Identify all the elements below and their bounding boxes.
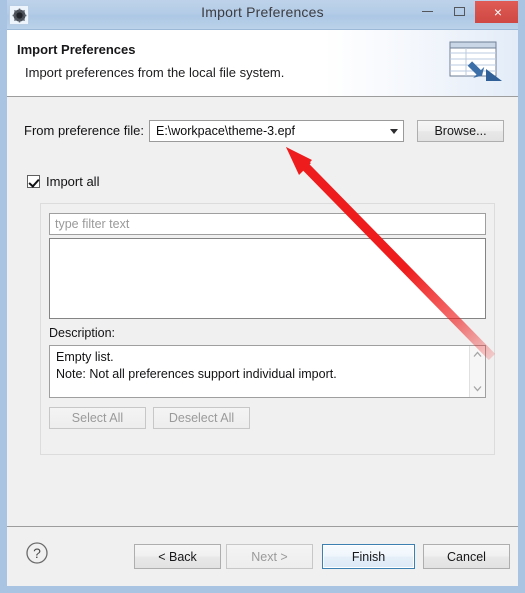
import-preferences-dialog: Import Preferences × Import Preferences … xyxy=(0,0,525,593)
file-path-combobox[interactable]: E:\workpace\theme-3.epf xyxy=(149,120,404,142)
file-row: From preference file: E:\workpace\theme-… xyxy=(7,120,518,142)
banner-title: Import Preferences xyxy=(17,42,136,57)
filter-placeholder: type filter text xyxy=(55,217,130,231)
description-box: Empty list. Note: Not all preferences su… xyxy=(49,345,486,398)
svg-text:?: ? xyxy=(33,545,41,561)
file-label: From preference file: xyxy=(24,123,144,138)
import-table-icon xyxy=(448,39,504,87)
description-label: Description: xyxy=(49,326,115,340)
question-mark-icon[interactable]: ? xyxy=(25,541,49,565)
preference-list[interactable] xyxy=(49,238,486,319)
description-scrollbar[interactable] xyxy=(469,346,485,397)
finish-button[interactable]: Finish xyxy=(322,544,415,569)
import-all-checkbox-row[interactable]: Import all xyxy=(27,174,99,189)
browse-button[interactable]: Browse... xyxy=(417,120,504,142)
close-icon[interactable]: × xyxy=(475,1,521,23)
import-all-checkbox[interactable] xyxy=(27,175,40,188)
deselect-all-button[interactable]: Deselect All xyxy=(153,407,250,429)
maximize-icon[interactable] xyxy=(443,1,475,22)
description-line-2: Note: Not all preferences support indivi… xyxy=(56,367,337,381)
window-controls: × xyxy=(411,0,525,26)
filter-input[interactable]: type filter text xyxy=(49,213,486,235)
next-button[interactable]: Next > xyxy=(226,544,313,569)
file-path-value: E:\workpace\theme-3.epf xyxy=(156,124,295,138)
chevron-down-icon[interactable] xyxy=(384,121,403,141)
preference-selection-panel: type filter text Description: Empty list… xyxy=(40,203,495,455)
scroll-down-icon[interactable] xyxy=(470,381,485,396)
cancel-button[interactable]: Cancel xyxy=(423,544,510,569)
scroll-up-icon[interactable] xyxy=(470,347,485,362)
banner-subtitle: Import preferences from the local file s… xyxy=(25,65,285,80)
dialog-footer: ? < Back Next > Finish Cancel xyxy=(7,527,518,586)
minimize-icon[interactable] xyxy=(411,1,443,22)
title-bar[interactable]: Import Preferences × xyxy=(0,0,525,30)
description-line-1: Empty list. xyxy=(56,350,114,364)
select-all-button[interactable]: Select All xyxy=(49,407,146,429)
wizard-banner: Import Preferences Import preferences fr… xyxy=(7,30,518,97)
import-all-label: Import all xyxy=(46,174,100,189)
dialog-body: From preference file: E:\workpace\theme-… xyxy=(7,98,518,526)
back-button[interactable]: < Back xyxy=(134,544,221,569)
